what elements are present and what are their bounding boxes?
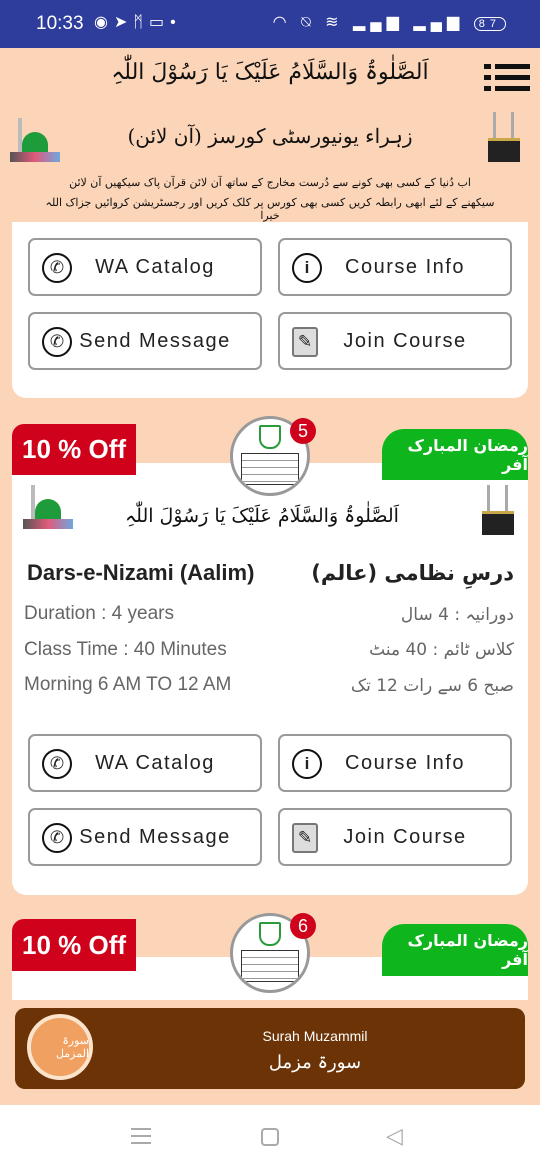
recent-apps-button[interactable] — [131, 1128, 151, 1144]
home-button[interactable] — [261, 1128, 279, 1146]
system-icons: ◠ ⍉ ≋ ▂▄▆ ▂▄▆ 87 — [273, 12, 506, 32]
course-number-badge: 6 — [290, 913, 316, 939]
discount-badge: 10 % Off — [12, 424, 136, 475]
ramadan-offer-badge: رمضان المبارک آفر — [382, 924, 528, 976]
back-button[interactable]: ◁ — [386, 1123, 403, 1149]
menu-icon[interactable] — [484, 64, 530, 92]
course-info-button[interactable]: i Course Info — [278, 734, 512, 792]
notification-icons: ◉➤ᛗ▭• — [94, 14, 182, 31]
course-card-previous: ✆ WA Catalog i Course Info ✆ Send Message ✎… — [12, 222, 528, 398]
surah-title-en: Surah Muzammil — [262, 1028, 368, 1044]
mosque-icon — [10, 118, 60, 162]
battery-icon: 87 — [473, 17, 506, 31]
duration-en: Duration : 4 years — [24, 603, 174, 624]
intro-line-1: اب دُنیا کے کسی بھی کونے سے دُرست مخارج … — [69, 176, 471, 189]
class-time-ur: کلاس ٹائم : 40 منٹ — [369, 640, 514, 660]
surah-title-ur: سورۃ مزمل — [268, 1052, 362, 1073]
course-title-ur: درسِ نظامی (عالم) — [311, 561, 514, 585]
status-bar: 10:33 ◉➤ᛗ▭• ◠ ⍉ ≋ ▂▄▆ ▂▄▆ 87 — [0, 0, 540, 48]
join-course-button[interactable]: ✎ Join Course — [278, 808, 512, 866]
mosque-icon — [23, 485, 73, 529]
send-message-button[interactable]: ✆ Send Message — [28, 312, 262, 370]
join-course-button[interactable]: ✎ Join Course — [278, 312, 512, 370]
wa-catalog-button[interactable]: ✆ WA Catalog — [28, 734, 262, 792]
timing-ur: صبح 6 سے رات 12 تک — [350, 676, 514, 696]
wa-catalog-button[interactable]: ✆ WA Catalog — [28, 238, 262, 296]
kaaba-icon — [484, 112, 524, 162]
header-salawat: اَلصَّلٰوۃُ وَالسَّلَامُ عَلَیْکَ یَا رَ… — [111, 60, 429, 85]
duration-ur: دورانیہ : 4 سال — [400, 605, 514, 625]
course-title-en: Dars-e-Nizami (Aalim) — [27, 560, 255, 585]
clock: 10:33 — [36, 13, 84, 34]
ramadan-offer-badge: رمضان المبارک آفر — [382, 429, 528, 480]
kaaba-icon — [478, 485, 518, 535]
navigation-bar: ◁ — [0, 1105, 540, 1170]
course-info-button[interactable]: i Course Info — [278, 238, 512, 296]
course-card-dars-e-nizami[interactable]: اَلصَّلٰوۃُ وَالسَّلَامُ عَلَیْکَ یَا رَ… — [12, 463, 528, 895]
intro-line-2: سیکھنے کے لئے ابھی رابطہ کریں کسی بھی کو… — [45, 196, 495, 222]
card-salawat: اَلصَّلٰوۃُ وَالسَّلَامُ عَلَیْکَ یَا رَ… — [125, 505, 399, 527]
class-time-en: Class Time : 40 Minutes — [24, 639, 227, 660]
app-title: زہراء یونیورسٹی کورسز (آن لائن) — [127, 124, 413, 148]
send-message-button[interactable]: ✆ Send Message — [28, 808, 262, 866]
course-number-badge: 5 — [290, 418, 316, 444]
timing-en: Morning 6 AM TO 12 AM — [24, 674, 232, 695]
discount-badge: 10 % Off — [12, 919, 136, 971]
surah-logo: سورۃ المزمل — [27, 1014, 93, 1080]
surah-player-banner[interactable]: سورۃ المزمل Surah Muzammil سورۃ مزمل — [15, 1008, 525, 1089]
